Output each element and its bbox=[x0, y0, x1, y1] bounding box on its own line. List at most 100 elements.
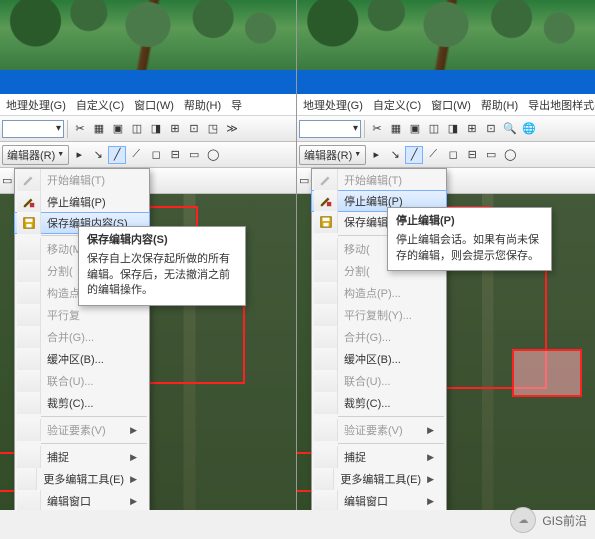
main-toolbar[interactable]: ▾ ✂ ▦ ▣ ◫ ◨ ⊞ ⊡ ◳ ≫ bbox=[0, 116, 296, 142]
menu-item-label: 更多编辑工具(E) bbox=[37, 471, 124, 487]
main-toolbar[interactable]: ▾ ✂ ▦ ▣ ◫ ◨ ⊞ ⊡ 🔍 🌐 bbox=[297, 116, 595, 142]
menu-item[interactable]: 地理处理(G) bbox=[299, 95, 367, 115]
edit-poly-icon[interactable]: ◻ bbox=[147, 146, 165, 164]
edit-circle-icon[interactable]: ◯ bbox=[501, 146, 519, 164]
menu-item-label: 开始编辑(T) bbox=[338, 172, 434, 188]
tool-icon[interactable]: ⊡ bbox=[185, 120, 203, 138]
menu-item: 平行复 bbox=[15, 304, 149, 326]
blank-icon bbox=[17, 238, 41, 260]
edit-tool-icon[interactable]: ↘ bbox=[386, 146, 404, 164]
menu-item: 合并(G)... bbox=[15, 326, 149, 348]
tool-icon[interactable]: ◨ bbox=[444, 120, 462, 138]
menu-item[interactable]: 窗口(W) bbox=[130, 95, 178, 115]
select-icon[interactable]: ▭ bbox=[2, 174, 12, 187]
scale-combo[interactable]: ▾ bbox=[2, 120, 64, 138]
menu-item[interactable]: 导 bbox=[227, 95, 246, 115]
scale-combo[interactable]: ▾ bbox=[299, 120, 361, 138]
menu-item: 联合(U)... bbox=[15, 370, 149, 392]
menu-item[interactable]: 捕捉▶ bbox=[15, 446, 149, 468]
blank-icon bbox=[314, 282, 338, 304]
edit-split-icon[interactable]: ⊟ bbox=[463, 146, 481, 164]
menu-item[interactable]: 导出地图样式(E bbox=[524, 95, 595, 115]
menu-item[interactable]: 更多编辑工具(E)▶ bbox=[312, 468, 446, 490]
tool-icon[interactable]: 🔍 bbox=[501, 120, 519, 138]
tool-icon[interactable]: ✂ bbox=[71, 120, 89, 138]
edit-circle-icon[interactable]: ◯ bbox=[204, 146, 222, 164]
menu-item[interactable]: 帮助(H) bbox=[180, 95, 225, 115]
menu-item-label: 开始编辑(T) bbox=[41, 172, 137, 188]
tool-icon[interactable]: ◫ bbox=[128, 120, 146, 138]
editor-toolbar[interactable]: 编辑器(R)▼ ▸ ↘ ╱ ⟋ ◻ ⊟ ▭ ◯ bbox=[0, 142, 296, 168]
tool-icon[interactable]: 🌐 bbox=[520, 120, 538, 138]
menu-item[interactable]: 编辑窗口▶ bbox=[15, 490, 149, 510]
menu-item[interactable]: 缓冲区(B)... bbox=[312, 348, 446, 370]
pencil-icon bbox=[17, 169, 41, 191]
pencil-stop-icon bbox=[314, 190, 338, 212]
title-image bbox=[297, 0, 595, 70]
menu-item[interactable]: 编辑窗口▶ bbox=[312, 490, 446, 510]
edit-split-icon[interactable]: ⊟ bbox=[166, 146, 184, 164]
menu-item[interactable]: 裁剪(C)... bbox=[312, 392, 446, 414]
blank-icon bbox=[314, 392, 338, 414]
edit-tool-icon[interactable]: ↘ bbox=[89, 146, 107, 164]
blank-icon bbox=[17, 260, 41, 282]
menu-item-label: 更多编辑工具(E) bbox=[334, 471, 421, 487]
editor-menu-button[interactable]: 编辑器(R)▼ bbox=[2, 145, 69, 165]
tool-icon[interactable]: ⊞ bbox=[463, 120, 481, 138]
edit-cursor-icon[interactable]: ▸ bbox=[70, 146, 88, 164]
menu-item[interactable]: 停止编辑(P) bbox=[15, 191, 149, 213]
edit-line-icon[interactable]: ╱ bbox=[108, 146, 126, 164]
menu-item[interactable]: 自定义(C) bbox=[72, 95, 128, 115]
edit-cursor-icon[interactable]: ▸ bbox=[367, 146, 385, 164]
tool-icon[interactable]: ✂ bbox=[368, 120, 386, 138]
blue-bar bbox=[297, 70, 595, 94]
edit-arc-icon[interactable]: ⟋ bbox=[424, 146, 442, 164]
menu-item-label: 编辑窗口 bbox=[338, 493, 421, 509]
editor-dropdown[interactable]: 开始编辑(T)停止编辑(P)保存编辑内容(S)移动(M分割(构造点平行复合并(G… bbox=[14, 168, 150, 510]
menu-item[interactable]: 自定义(C) bbox=[369, 95, 425, 115]
tooltip-stop: 停止编辑(P) 停止编辑会话。如果有尚未保存的编辑，则会提示您保存。 bbox=[387, 207, 552, 271]
menu-item: 开始编辑(T) bbox=[312, 169, 446, 191]
tool-icon[interactable]: ▦ bbox=[90, 120, 108, 138]
edit-poly-icon[interactable]: ◻ bbox=[444, 146, 462, 164]
submenu-arrow-icon: ▶ bbox=[124, 452, 137, 463]
edit-arc-icon[interactable]: ⟋ bbox=[127, 146, 145, 164]
menu-item-label: 合并(G)... bbox=[338, 329, 434, 345]
menu-item[interactable]: 缓冲区(B)... bbox=[15, 348, 149, 370]
menu-item-label: 捕捉 bbox=[338, 449, 421, 465]
title-image bbox=[0, 0, 296, 70]
tool-icon[interactable]: ⊡ bbox=[482, 120, 500, 138]
tool-icon[interactable]: ▦ bbox=[387, 120, 405, 138]
blank-icon bbox=[314, 260, 338, 282]
editor-toolbar[interactable]: 编辑器(R)▼ ▸ ↘ ╱ ⟋ ◻ ⊟ ▭ ◯ bbox=[297, 142, 595, 168]
menubar-left[interactable]: 地理处理(G)自定义(C)窗口(W)帮助(H)导 bbox=[0, 94, 296, 116]
edit-rect-icon[interactable]: ▭ bbox=[185, 146, 203, 164]
blank-icon bbox=[314, 238, 338, 260]
tool-icon[interactable]: ◳ bbox=[204, 120, 222, 138]
menu-item[interactable]: 帮助(H) bbox=[477, 95, 522, 115]
menu-item[interactable]: 更多编辑工具(E)▶ bbox=[15, 468, 149, 490]
tool-icon[interactable]: ≫ bbox=[223, 120, 241, 138]
submenu-arrow-icon: ▶ bbox=[124, 496, 137, 507]
menu-item[interactable]: 捕捉▶ bbox=[312, 446, 446, 468]
menu-item[interactable]: 裁剪(C)... bbox=[15, 392, 149, 414]
tool-icon[interactable]: ▣ bbox=[109, 120, 127, 138]
menu-item[interactable]: 窗口(W) bbox=[427, 95, 475, 115]
edit-line-icon[interactable]: ╱ bbox=[405, 146, 423, 164]
menu-item-label: 裁剪(C)... bbox=[338, 395, 434, 411]
select-icon[interactable]: ▭ bbox=[299, 174, 309, 187]
blank-icon bbox=[17, 392, 41, 414]
tool-icon[interactable]: ⊞ bbox=[166, 120, 184, 138]
menu-item: 验证要素(V)▶ bbox=[312, 419, 446, 441]
blank-icon bbox=[17, 348, 41, 370]
tool-icon[interactable]: ◫ bbox=[425, 120, 443, 138]
menu-item: 开始编辑(T) bbox=[15, 169, 149, 191]
menu-item[interactable]: 地理处理(G) bbox=[2, 95, 70, 115]
menu-item-label: 编辑窗口 bbox=[41, 493, 124, 509]
menubar-right[interactable]: 地理处理(G)自定义(C)窗口(W)帮助(H)导出地图样式(E bbox=[297, 94, 595, 116]
editor-menu-button[interactable]: 编辑器(R)▼ bbox=[299, 145, 366, 165]
tool-icon[interactable]: ▣ bbox=[406, 120, 424, 138]
tool-icon[interactable]: ◨ bbox=[147, 120, 165, 138]
menu-item-label: 构造点(P)... bbox=[338, 285, 434, 301]
edit-rect-icon[interactable]: ▭ bbox=[482, 146, 500, 164]
